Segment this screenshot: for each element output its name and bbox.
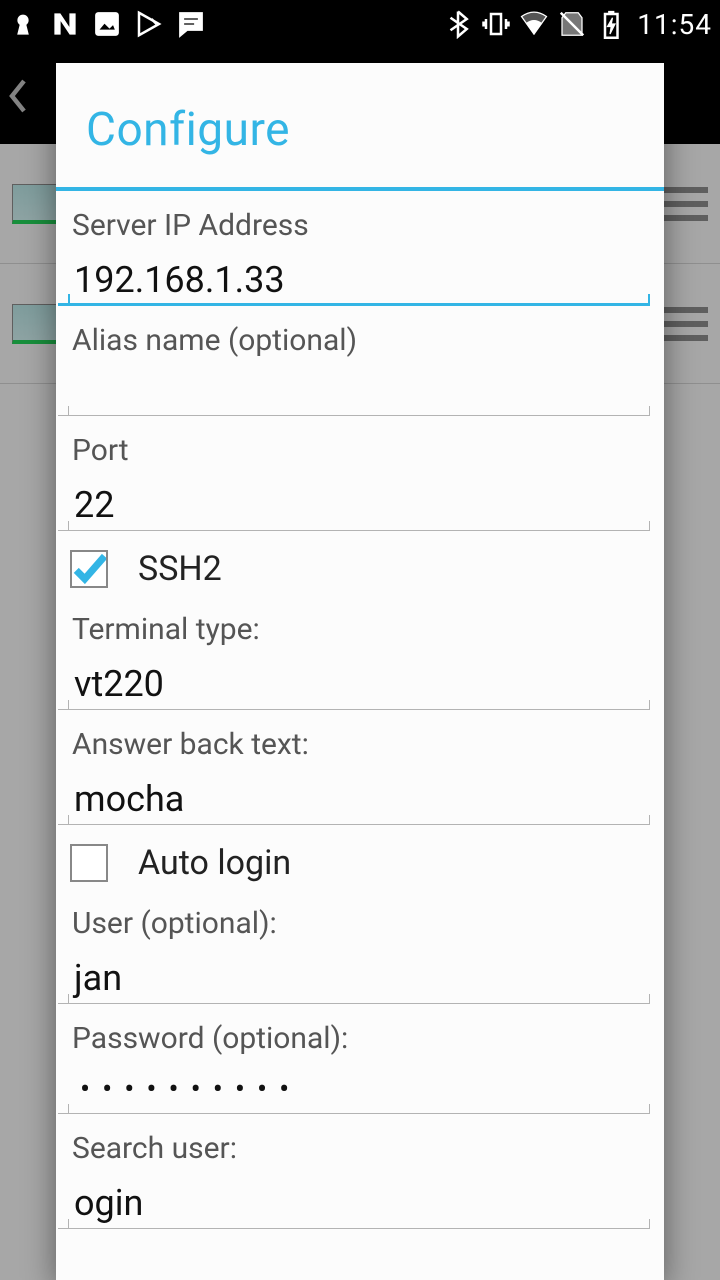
search-user-label: Search user: (58, 1118, 650, 1170)
status-bar: 11:54 (0, 0, 720, 48)
port-input[interactable]: 22 (58, 472, 650, 531)
status-clock: 11:54 (637, 8, 712, 41)
user-label: User (optional): (58, 893, 650, 945)
terminal-type-label: Terminal type: (58, 599, 650, 651)
auto-login-row[interactable]: Auto login (58, 829, 650, 893)
n-icon (50, 9, 80, 39)
alias-input[interactable] (58, 362, 650, 416)
dialog-title: Configure (56, 63, 664, 187)
bluetooth-icon (443, 9, 473, 39)
ssh2-label: SSH2 (138, 549, 222, 589)
server-ip-label: Server IP Address (58, 195, 650, 247)
search-user-input[interactable]: ogin (58, 1170, 650, 1229)
status-left (8, 9, 206, 39)
server-ip-input[interactable]: 192.168.1.33 (58, 247, 650, 306)
wifi-icon (519, 9, 549, 39)
keyhole-icon (8, 9, 38, 39)
terminal-type-input[interactable]: vt220 (58, 651, 650, 710)
configure-dialog: Configure Server IP Address 192.168.1.33… (56, 63, 664, 1280)
message-icon (176, 9, 206, 39)
dialog-body[interactable]: Server IP Address 192.168.1.33 Alias nam… (56, 191, 664, 1280)
answer-back-input[interactable]: mocha (58, 766, 650, 825)
auto-login-checkbox[interactable] (70, 844, 108, 882)
play-store-icon (134, 9, 164, 39)
ssh2-row[interactable]: SSH2 (58, 535, 650, 599)
password-label: Password (optional): (58, 1008, 650, 1060)
vibrate-icon (481, 9, 511, 39)
alias-label: Alias name (optional) (58, 310, 650, 362)
status-right: 11:54 (443, 8, 712, 41)
no-sim-icon (557, 9, 587, 39)
password-input[interactable]: •••••••••• (58, 1060, 650, 1114)
auto-login-label: Auto login (138, 843, 291, 883)
user-input[interactable]: jan (58, 945, 650, 1004)
port-label: Port (58, 420, 650, 472)
ssh2-checkbox[interactable] (70, 550, 108, 588)
battery-charging-icon (595, 9, 625, 39)
image-icon (92, 9, 122, 39)
answer-back-label: Answer back text: (58, 714, 650, 766)
